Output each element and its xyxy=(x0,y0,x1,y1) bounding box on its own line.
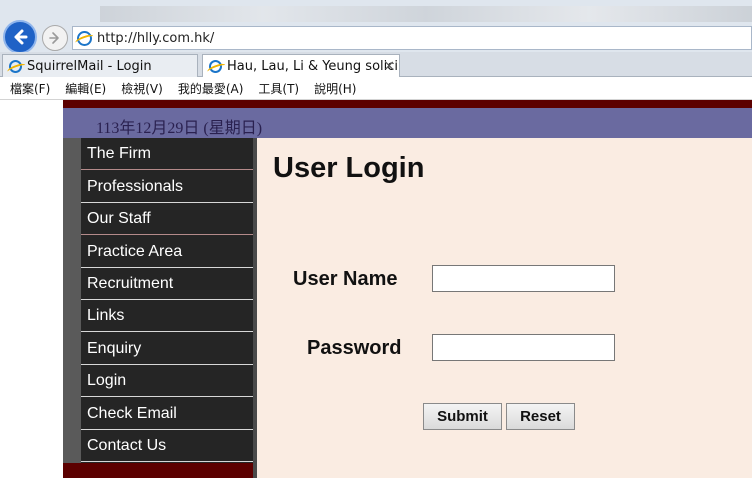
nav-item-login[interactable]: Login xyxy=(81,365,253,397)
date-text: 113年12月29日 (星期日) xyxy=(96,120,263,137)
nav-item-recruitment[interactable]: Recruitment xyxy=(81,268,253,300)
submit-button[interactable]: Submit xyxy=(423,403,502,430)
forward-button[interactable] xyxy=(42,25,68,51)
tab-label: Hau, Lau, Li & Yeung solici... xyxy=(227,58,400,74)
nav-item-links[interactable]: Links xyxy=(81,300,253,332)
tab-strip: SquirrelMail - Login Hau, Lau, Li & Yeun… xyxy=(0,52,752,77)
menu-bar: 檔案(F) 編輯(E) 檢視(V) 我的最愛(A) 工具(T) 說明(H) xyxy=(0,78,752,100)
date-bar: 113年12月29日 (星期日) xyxy=(63,108,752,138)
nav-left-strip xyxy=(63,138,81,463)
address-bar[interactable]: http://hlly.com.hk/ xyxy=(72,26,752,50)
username-label: User Name xyxy=(293,268,398,290)
address-text: http://hlly.com.hk/ xyxy=(97,30,215,46)
password-input[interactable] xyxy=(432,334,615,361)
ie-icon xyxy=(209,59,222,73)
tab-hlly[interactable]: Hau, Lau, Li & Yeung solici... × xyxy=(202,54,400,77)
ie-icon xyxy=(9,59,22,73)
tab-squirrelmail[interactable]: SquirrelMail - Login xyxy=(2,54,198,77)
back-button[interactable] xyxy=(3,20,37,54)
header-stripe xyxy=(63,100,752,108)
nav-item-our-staff[interactable]: Our Staff xyxy=(81,203,253,235)
menu-tools[interactable]: 工具(T) xyxy=(258,80,299,97)
nav-item-professionals[interactable]: Professionals xyxy=(81,171,253,203)
username-input[interactable] xyxy=(432,265,615,292)
nav-item-enquiry[interactable]: Enquiry xyxy=(81,333,253,365)
ie-icon xyxy=(77,30,92,46)
blurred-toolbar-area xyxy=(100,6,752,22)
close-icon[interactable]: × xyxy=(383,58,395,74)
nav-item-check-email[interactable]: Check Email xyxy=(81,398,253,430)
nav-item-contact-us[interactable]: Contact Us xyxy=(81,430,253,462)
menu-help[interactable]: 說明(H) xyxy=(314,80,356,97)
menu-favorites[interactable]: 我的最愛(A) xyxy=(178,80,244,97)
arrow-right-icon xyxy=(49,32,59,44)
menu-file[interactable]: 檔案(F) xyxy=(10,80,50,97)
nav-footer-stripe xyxy=(63,463,255,478)
login-panel: User Login User Name Password Submit Res… xyxy=(257,138,752,478)
password-label: Password xyxy=(307,337,402,359)
tab-label: SquirrelMail - Login xyxy=(27,58,152,74)
menu-view[interactable]: 檢視(V) xyxy=(121,80,163,97)
site-nav: The Firm Professionals Our Staff Practic… xyxy=(81,138,253,463)
browser-window: http://hlly.com.hk/ SquirrelMail - Login… xyxy=(0,0,752,478)
menu-edit[interactable]: 編輯(E) xyxy=(65,80,106,97)
web-page: 113年12月29日 (星期日) The Firm Professionals … xyxy=(63,100,752,478)
nav-item-practice-area[interactable]: Practice Area xyxy=(81,236,253,268)
reset-button[interactable]: Reset xyxy=(506,403,575,430)
nav-item-the-firm[interactable]: The Firm xyxy=(81,138,253,170)
browser-titlebar: http://hlly.com.hk/ xyxy=(0,0,752,54)
page-title: User Login xyxy=(273,152,425,184)
arrow-left-icon xyxy=(14,29,28,45)
